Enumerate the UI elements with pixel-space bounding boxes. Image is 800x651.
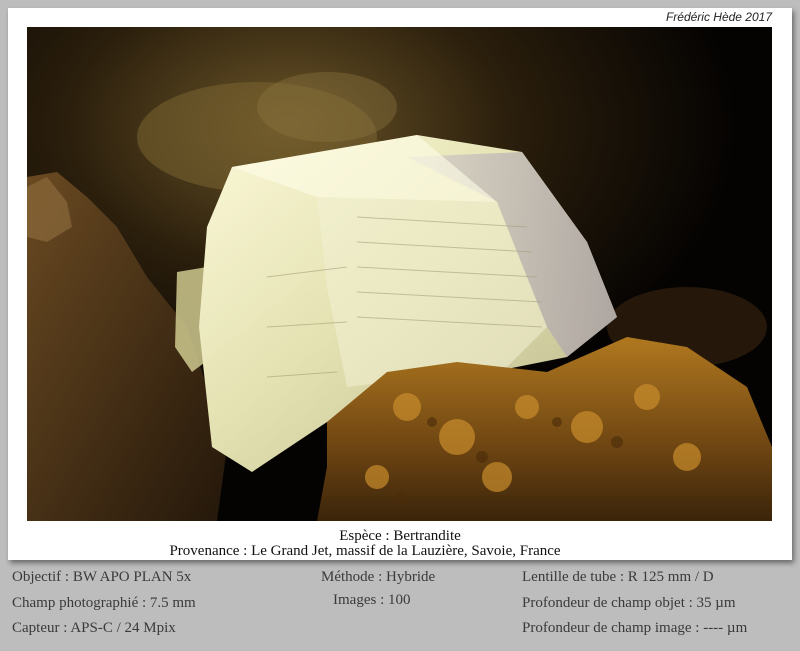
provenance-caption: Provenance : Le Grand Jet, massif de la … [169,543,561,559]
spec-method: Méthode : Hybride [321,569,436,585]
spec-field-of-view: Champ photographié : 7.5 mm [12,595,196,611]
photographer-credit: Frédéric Hède 2017 [665,10,772,24]
mineral-photo [27,27,772,521]
mineral-photo-illustration [27,27,772,521]
spec-tube-lens: Lentille de tube : R 125 mm / D [522,569,714,585]
spec-image-count: Images : 100 [333,592,411,608]
spec-objective: Objectif : BW APO PLAN 5x [12,569,192,585]
spec-image-depth-of-field: Profondeur de champ image : ---- µm [522,620,748,636]
spec-object-depth-of-field: Profondeur de champ objet : 35 µm [522,595,736,611]
spec-sensor: Capteur : APS-C / 24 Mpix [12,620,176,636]
